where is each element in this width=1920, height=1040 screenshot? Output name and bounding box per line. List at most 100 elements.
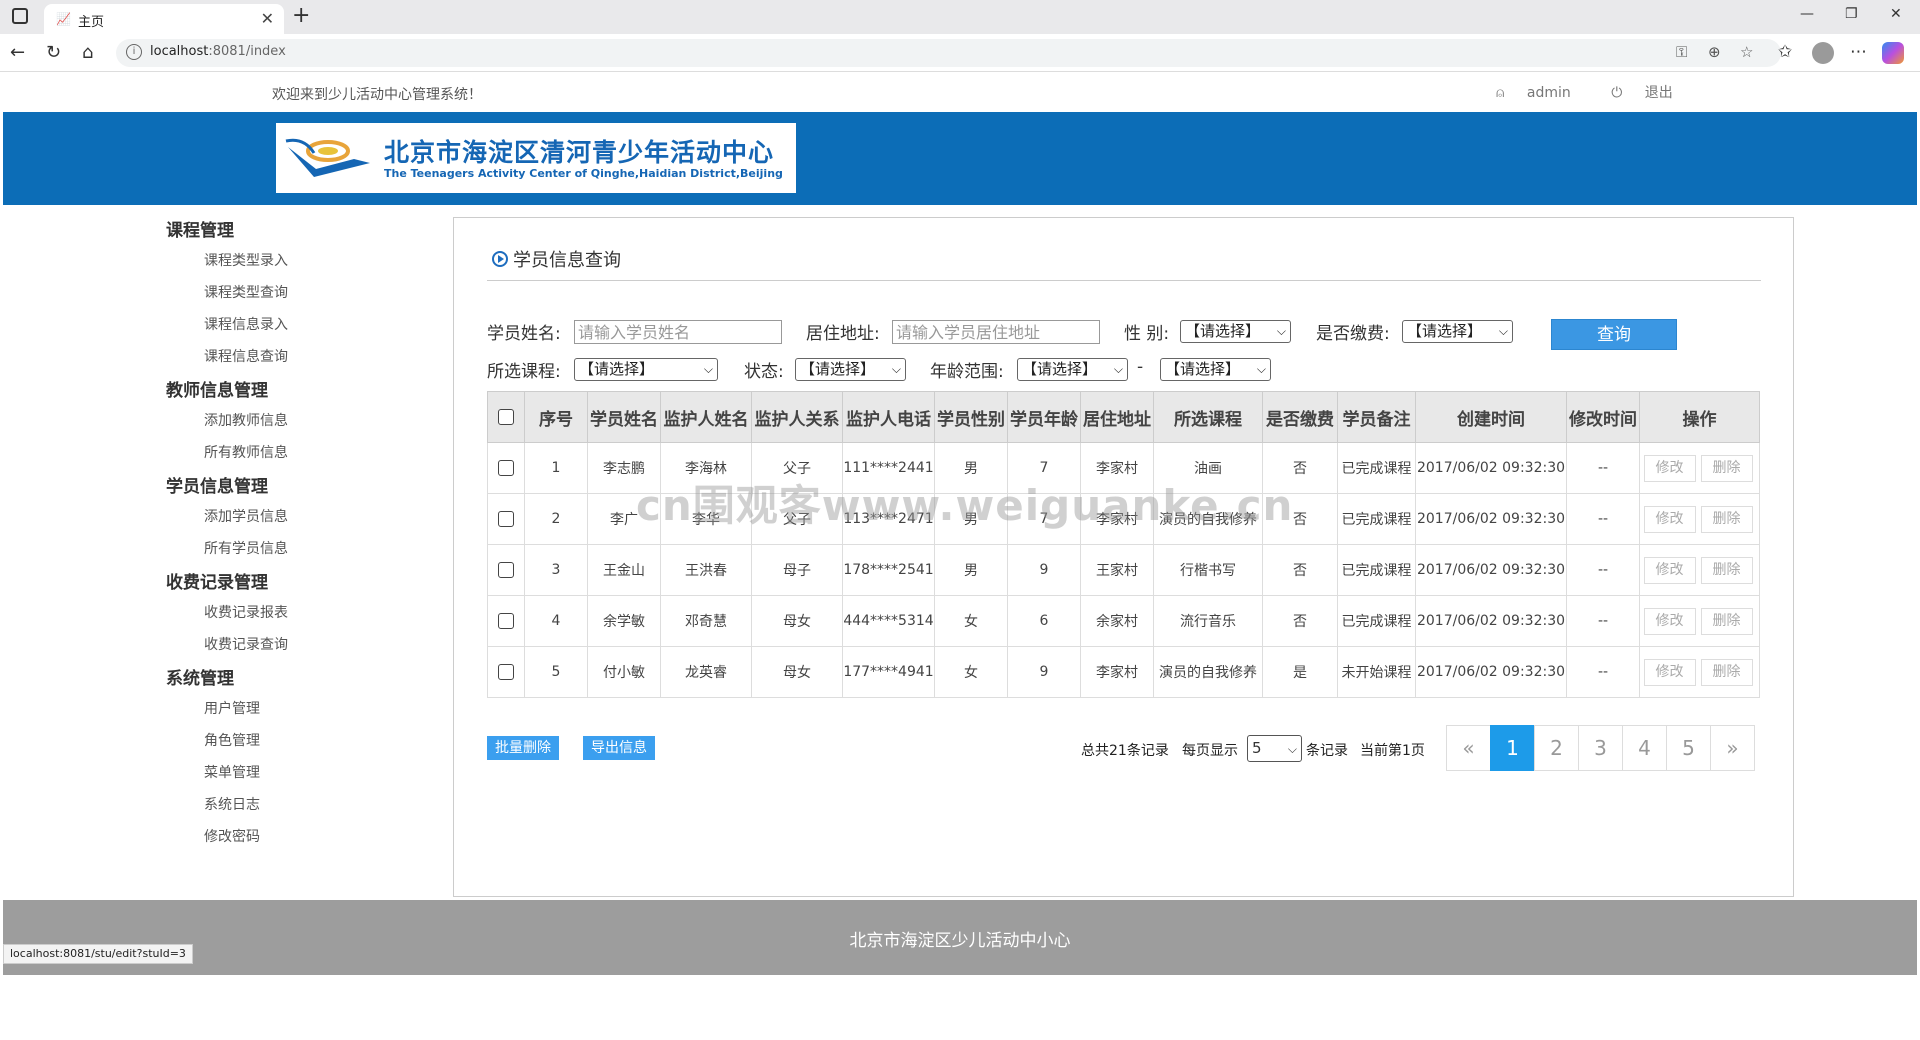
actions-cell: 修改 删除 bbox=[1639, 442, 1760, 494]
table-cell: 王家村 bbox=[1080, 544, 1154, 596]
table-cell: -- bbox=[1566, 544, 1640, 596]
tab-actions-icon[interactable] bbox=[12, 8, 28, 24]
gender-select[interactable]: 【请选择】 ⌵ bbox=[1180, 320, 1291, 343]
row-checkbox[interactable] bbox=[498, 562, 514, 578]
favorite-star-icon[interactable]: ☆ bbox=[1740, 43, 1753, 61]
page-button-4[interactable]: 4 bbox=[1622, 725, 1667, 771]
delete-button[interactable]: 删除 bbox=[1700, 454, 1753, 482]
delete-button[interactable]: 删除 bbox=[1700, 505, 1753, 533]
edit-button[interactable]: 修改 bbox=[1643, 454, 1696, 482]
window-close-icon[interactable]: ✕ bbox=[1890, 6, 1902, 22]
table-cell: 男 bbox=[934, 544, 1008, 596]
sidebar-item-fee-query[interactable]: 收费记录查询 bbox=[166, 629, 453, 661]
sidebar-item-student-add[interactable]: 添加学员信息 bbox=[166, 501, 453, 533]
delete-button[interactable]: 删除 bbox=[1700, 607, 1753, 635]
menu-title[interactable]: 收费记录管理 bbox=[166, 569, 453, 597]
row-checkbox[interactable] bbox=[498, 664, 514, 680]
actions-cell: 修改 删除 bbox=[1639, 595, 1760, 647]
row-select-cell bbox=[487, 493, 525, 545]
minimize-icon[interactable]: — bbox=[1800, 6, 1814, 22]
page-button-1[interactable]: 1 bbox=[1490, 725, 1535, 771]
age-from-select[interactable]: 【请选择】 ⌵ bbox=[1017, 358, 1128, 381]
profile-avatar[interactable] bbox=[1812, 42, 1834, 64]
table-cell: 余学敏 bbox=[587, 595, 661, 647]
status-select[interactable]: 【请选择】 ⌵ bbox=[795, 358, 906, 381]
column-header: 是否缴费 bbox=[1262, 391, 1338, 443]
sidebar-item-teacher-add[interactable]: 添加教师信息 bbox=[166, 405, 453, 437]
student-name-input[interactable] bbox=[574, 320, 782, 344]
next-page-button[interactable]: » bbox=[1710, 725, 1755, 771]
edit-button[interactable]: 修改 bbox=[1643, 658, 1696, 686]
edit-button[interactable]: 修改 bbox=[1643, 505, 1696, 533]
sidebar-item-course-info-query[interactable]: 课程信息查询 bbox=[166, 341, 453, 373]
row-select-cell bbox=[487, 646, 525, 698]
address-input[interactable] bbox=[892, 320, 1100, 344]
sidebar-item-menus[interactable]: 菜单管理 bbox=[166, 757, 453, 789]
zoom-icon[interactable]: ⊕ bbox=[1708, 43, 1721, 61]
sidebar-item-change-password[interactable]: 修改密码 bbox=[166, 821, 453, 853]
refresh-icon[interactable]: ↻ bbox=[46, 42, 61, 63]
more-icon[interactable]: ⋯ bbox=[1850, 42, 1867, 62]
actions-cell: 修改 删除 bbox=[1639, 646, 1760, 698]
sidebar-item-student-all[interactable]: 所有学员信息 bbox=[166, 533, 453, 565]
age-to-select[interactable]: 【请选择】 ⌵ bbox=[1160, 358, 1271, 381]
sidebar-item-course-info-add[interactable]: 课程信息录入 bbox=[166, 309, 453, 341]
key-icon[interactable]: ⚿ bbox=[1676, 43, 1687, 61]
delete-button[interactable]: 删除 bbox=[1700, 658, 1753, 686]
age-separator: - bbox=[1137, 357, 1144, 377]
edit-button[interactable]: 修改 bbox=[1643, 556, 1696, 584]
new-tab-icon[interactable]: + bbox=[292, 3, 310, 28]
tab-favicon-icon: 📈 bbox=[56, 12, 71, 26]
batch-delete-button[interactable]: 批量删除 bbox=[487, 736, 559, 760]
sidebar-item-logs[interactable]: 系统日志 bbox=[166, 789, 453, 821]
browser-tab[interactable]: 📈 主页 ✕ bbox=[44, 4, 284, 34]
per-page-value: 5 bbox=[1252, 739, 1262, 757]
menu-title[interactable]: 系统管理 bbox=[166, 665, 453, 693]
back-icon[interactable]: ← bbox=[10, 42, 25, 63]
main-panel: 学员信息查询 学员姓名: 居住地址: 性 别: 【请选择】 ⌵ 是否缴费: 【请选… bbox=[453, 217, 1794, 897]
row-checkbox[interactable] bbox=[498, 511, 514, 527]
row-checkbox[interactable] bbox=[498, 613, 514, 629]
sidebar-item-course-type-add[interactable]: 课程类型录入 bbox=[166, 245, 453, 277]
sidebar-item-users[interactable]: 用户管理 bbox=[166, 693, 453, 725]
table-cell: 178****2541 bbox=[842, 544, 935, 596]
delete-button[interactable]: 删除 bbox=[1700, 556, 1753, 584]
course-select[interactable]: 【请选择】 ⌵ bbox=[574, 358, 718, 381]
edit-button[interactable]: 修改 bbox=[1643, 607, 1696, 635]
copilot-icon[interactable] bbox=[1882, 42, 1904, 64]
page-button-2[interactable]: 2 bbox=[1534, 725, 1579, 771]
url-field[interactable]: i localhost:8081/index ⚿ ⊕ ☆ bbox=[116, 39, 1781, 67]
actions-cell: 修改 删除 bbox=[1639, 544, 1760, 596]
sidebar-item-roles[interactable]: 角色管理 bbox=[166, 725, 453, 757]
prev-page-button[interactable]: « bbox=[1446, 725, 1491, 771]
table-cell: 付小敏 bbox=[587, 646, 661, 698]
site-info-icon[interactable]: i bbox=[126, 44, 142, 60]
query-button[interactable]: 查询 bbox=[1551, 319, 1677, 350]
table-cell: 李家村 bbox=[1080, 646, 1154, 698]
menu-title[interactable]: 教师信息管理 bbox=[166, 377, 453, 405]
page-button-3[interactable]: 3 bbox=[1578, 725, 1623, 771]
logo-mark-icon bbox=[285, 138, 370, 177]
select-all-checkbox[interactable] bbox=[498, 409, 514, 425]
sidebar-item-teacher-all[interactable]: 所有教师信息 bbox=[166, 437, 453, 469]
export-button[interactable]: 导出信息 bbox=[583, 736, 655, 760]
total-records-text: 总共21条记录 bbox=[1081, 743, 1169, 759]
restore-icon[interactable]: ❐ bbox=[1845, 6, 1858, 22]
sidebar: 课程管理 课程类型录入 课程类型查询 课程信息录入 课程信息查询 教师信息管理 … bbox=[3, 217, 453, 897]
table-cell: 流行音乐 bbox=[1153, 595, 1263, 647]
sidebar-item-course-type-query[interactable]: 课程类型查询 bbox=[166, 277, 453, 309]
user-link[interactable]: ⍝ admin bbox=[1496, 85, 1589, 101]
favorites-icon[interactable]: ✩ bbox=[1778, 42, 1792, 62]
paid-select[interactable]: 【请选择】 ⌵ bbox=[1402, 320, 1513, 343]
menu-title[interactable]: 学员信息管理 bbox=[166, 473, 453, 501]
page-button-5[interactable]: 5 bbox=[1666, 725, 1711, 771]
row-checkbox[interactable] bbox=[498, 460, 514, 476]
menu-title[interactable]: 课程管理 bbox=[166, 217, 453, 245]
home-icon[interactable]: ⌂ bbox=[82, 42, 93, 63]
close-icon[interactable]: ✕ bbox=[261, 9, 274, 28]
sidebar-item-fee-report[interactable]: 收费记录报表 bbox=[166, 597, 453, 629]
table-cell: 母女 bbox=[751, 646, 843, 698]
logout-link[interactable]: ⏻ 退出 bbox=[1611, 85, 1691, 101]
per-page-select[interactable]: 5 ⌵ bbox=[1247, 735, 1302, 762]
table-cell: 否 bbox=[1262, 544, 1338, 596]
